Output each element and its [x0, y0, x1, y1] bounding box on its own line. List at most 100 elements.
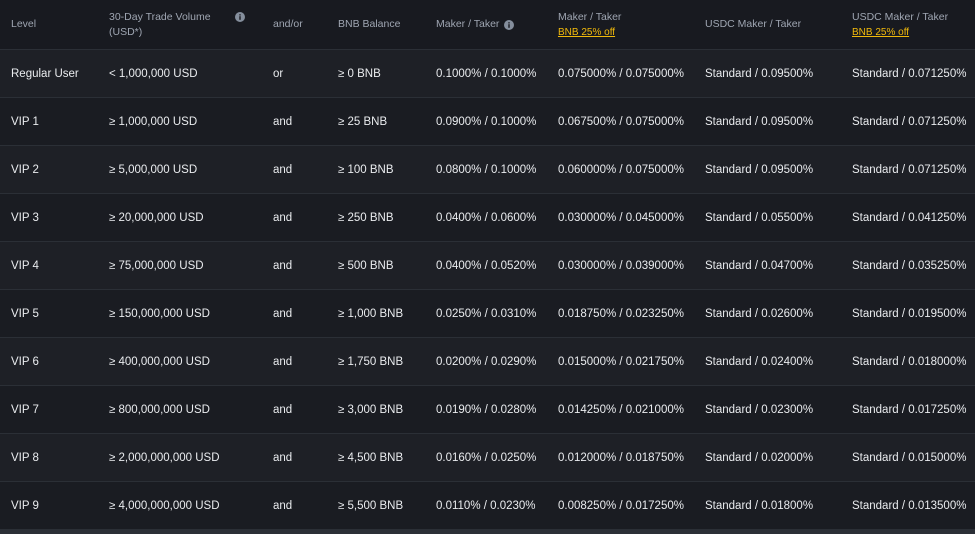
header-usdc-maker-taker: USDC Maker / Taker — [705, 0, 801, 49]
usdc-maker-taker-cell: Standard / 0.05500% — [705, 211, 814, 224]
table-row: VIP 5 ≥ 150,000,000 USD and ≥ 1,000 BNB 0.02… — [0, 289, 975, 337]
bnb-balance-cell: ≥ 250 BNB — [338, 211, 394, 224]
and-or-cell: and — [273, 403, 293, 416]
and-or-cell: and — [273, 115, 293, 128]
usdc-maker-taker-bnb-cell: Standard / 0.013500% — [852, 499, 967, 512]
volume-cell: ≥ 1,000,000 USD — [109, 115, 198, 128]
maker-taker-cell: 0.0900% / 0.1000% — [436, 115, 537, 128]
info-icon[interactable] — [504, 19, 515, 30]
horizontal-scrollbar[interactable] — [0, 529, 975, 534]
header-level: Level — [11, 0, 36, 49]
volume-cell: ≥ 2,000,000,000 USD — [109, 451, 220, 464]
usdc-maker-taker-cell: Standard / 0.04700% — [705, 259, 814, 272]
level-cell: VIP 1 — [11, 115, 39, 128]
level-cell: VIP 8 — [11, 451, 39, 464]
header-usdc-maker-taker-label: USDC Maker / Taker — [705, 18, 802, 30]
table-row: VIP 8 ≥ 2,000,000,000 USD and ≥ 4,500 BNB 0.… — [0, 433, 975, 481]
and-or-cell: and — [273, 307, 293, 320]
bnb-balance-cell: ≥ 5,500 BNB — [338, 499, 404, 512]
header-maker-taker-bnb: Maker / Taker BNB 25% off — [558, 0, 621, 49]
volume-cell: < 1,000,000 USD — [109, 67, 198, 80]
header-and-or-label: and/or — [273, 18, 303, 30]
usdc-maker-taker-cell: Standard / 0.09500% — [705, 115, 814, 128]
and-or-cell: and — [273, 499, 293, 512]
usdc-maker-taker-bnb-cell: Standard / 0.015000% — [852, 451, 967, 464]
header-volume-unit: (USD*) — [109, 25, 143, 38]
header-bnb-balance: BNB Balance — [338, 0, 400, 49]
header-bnb-balance-label: BNB Balance — [338, 18, 401, 30]
volume-cell: ≥ 150,000,000 USD — [109, 307, 210, 320]
table-row: VIP 3 ≥ 20,000,000 USD and ≥ 250 BNB 0.0400%… — [0, 193, 975, 241]
header-level-label: Level — [11, 18, 37, 30]
bnb-balance-cell: ≥ 500 BNB — [338, 259, 394, 272]
maker-taker-cell: 0.0190% / 0.0280% — [436, 403, 537, 416]
maker-taker-cell: 0.0200% / 0.0290% — [436, 355, 537, 368]
header-and-or: and/or — [273, 0, 303, 49]
table-row: VIP 4 ≥ 75,000,000 USD and ≥ 500 BNB 0.0400%… — [0, 241, 975, 289]
maker-taker-cell: 0.0400% / 0.0600% — [436, 211, 537, 224]
maker-taker-bnb-cell: 0.030000% / 0.045000% — [558, 211, 684, 224]
header-usdc-maker-taker-bnb-label: USDC Maker / Taker — [852, 10, 949, 23]
level-cell: VIP 6 — [11, 355, 39, 368]
level-cell: VIP 2 — [11, 163, 39, 176]
maker-taker-bnb-cell: 0.067500% / 0.075000% — [558, 115, 684, 128]
maker-taker-cell: 0.0160% / 0.0250% — [436, 451, 537, 464]
table-row: Regular User < 1,000,000 USD or ≥ 0 BNB 0.10… — [0, 49, 975, 97]
volume-cell: ≥ 800,000,000 USD — [109, 403, 210, 416]
table-row: VIP 7 ≥ 800,000,000 USD and ≥ 3,000 BNB 0.01… — [0, 385, 975, 433]
and-or-cell: or — [273, 67, 284, 80]
bnb-balance-cell: ≥ 25 BNB — [338, 115, 388, 128]
maker-taker-cell: 0.0800% / 0.1000% — [436, 163, 537, 176]
level-cell: VIP 9 — [11, 499, 39, 512]
usdc-maker-taker-bnb-cell: Standard / 0.041250% — [852, 211, 967, 224]
usdc-bnb-discount-link[interactable]: BNB 25% off — [852, 25, 948, 40]
table-row: VIP 2 ≥ 5,000,000 USD and ≥ 100 BNB 0.0800% … — [0, 145, 975, 193]
maker-taker-bnb-cell: 0.014250% / 0.021000% — [558, 403, 684, 416]
usdc-maker-taker-cell: Standard / 0.02300% — [705, 403, 814, 416]
level-cell: VIP 7 — [11, 403, 39, 416]
usdc-maker-taker-bnb-cell: Standard / 0.071250% — [852, 67, 967, 80]
bnb-balance-cell: ≥ 3,000 BNB — [338, 403, 404, 416]
table-row: VIP 6 ≥ 400,000,000 USD and ≥ 1,750 BNB 0.02… — [0, 337, 975, 385]
and-or-cell: and — [273, 451, 293, 464]
maker-taker-cell: 0.0400% / 0.0520% — [436, 259, 537, 272]
table-header: Level 30-Day Trade Volume (USD*) and/or … — [0, 0, 975, 49]
usdc-maker-taker-bnb-cell: Standard / 0.018000% — [852, 355, 967, 368]
bnb-discount-link[interactable]: BNB 25% off — [558, 25, 621, 40]
usdc-maker-taker-cell: Standard / 0.01800% — [705, 499, 814, 512]
usdc-maker-taker-cell: Standard / 0.02400% — [705, 355, 814, 368]
header-usdc-maker-taker-bnb: USDC Maker / Taker BNB 25% off — [852, 0, 948, 49]
volume-cell: ≥ 4,000,000,000 USD — [109, 499, 220, 512]
header-maker-taker-label: Maker / Taker — [436, 18, 500, 30]
maker-taker-cell: 0.0250% / 0.0310% — [436, 307, 537, 320]
usdc-maker-taker-cell: Standard / 0.09500% — [705, 67, 814, 80]
usdc-maker-taker-cell: Standard / 0.09500% — [705, 163, 814, 176]
fee-rate-table: Level 30-Day Trade Volume (USD*) and/or … — [0, 0, 975, 534]
maker-taker-bnb-cell: 0.030000% / 0.039000% — [558, 259, 684, 272]
level-cell: Regular User — [11, 67, 79, 80]
header-volume-label: 30-Day Trade Volume — [109, 10, 211, 23]
usdc-maker-taker-bnb-cell: Standard / 0.017250% — [852, 403, 967, 416]
usdc-maker-taker-cell: Standard / 0.02000% — [705, 451, 814, 464]
and-or-cell: and — [273, 163, 293, 176]
usdc-maker-taker-cell: Standard / 0.02600% — [705, 307, 814, 320]
table-row: VIP 9 ≥ 4,000,000,000 USD and ≥ 5,500 BNB 0.… — [0, 481, 975, 529]
usdc-maker-taker-bnb-cell: Standard / 0.071250% — [852, 115, 967, 128]
maker-taker-bnb-cell: 0.018750% / 0.023250% — [558, 307, 684, 320]
header-maker-taker: Maker / Taker — [436, 0, 515, 49]
and-or-cell: and — [273, 355, 293, 368]
maker-taker-bnb-cell: 0.015000% / 0.021750% — [558, 355, 684, 368]
level-cell: VIP 5 — [11, 307, 39, 320]
and-or-cell: and — [273, 211, 293, 224]
bnb-balance-cell: ≥ 100 BNB — [338, 163, 394, 176]
maker-taker-bnb-cell: 0.060000% / 0.075000% — [558, 163, 684, 176]
header-volume: 30-Day Trade Volume (USD*) — [109, 0, 249, 49]
bnb-balance-cell: ≥ 0 BNB — [338, 67, 381, 80]
maker-taker-cell: 0.0110% / 0.0230% — [436, 499, 536, 512]
bnb-balance-cell: ≥ 1,750 BNB — [338, 355, 404, 368]
header-maker-taker-bnb-label: Maker / Taker — [558, 10, 622, 23]
and-or-cell: and — [273, 259, 293, 272]
maker-taker-bnb-cell: 0.075000% / 0.075000% — [558, 67, 684, 80]
bnb-balance-cell: ≥ 4,500 BNB — [338, 451, 404, 464]
info-icon[interactable] — [235, 12, 245, 22]
